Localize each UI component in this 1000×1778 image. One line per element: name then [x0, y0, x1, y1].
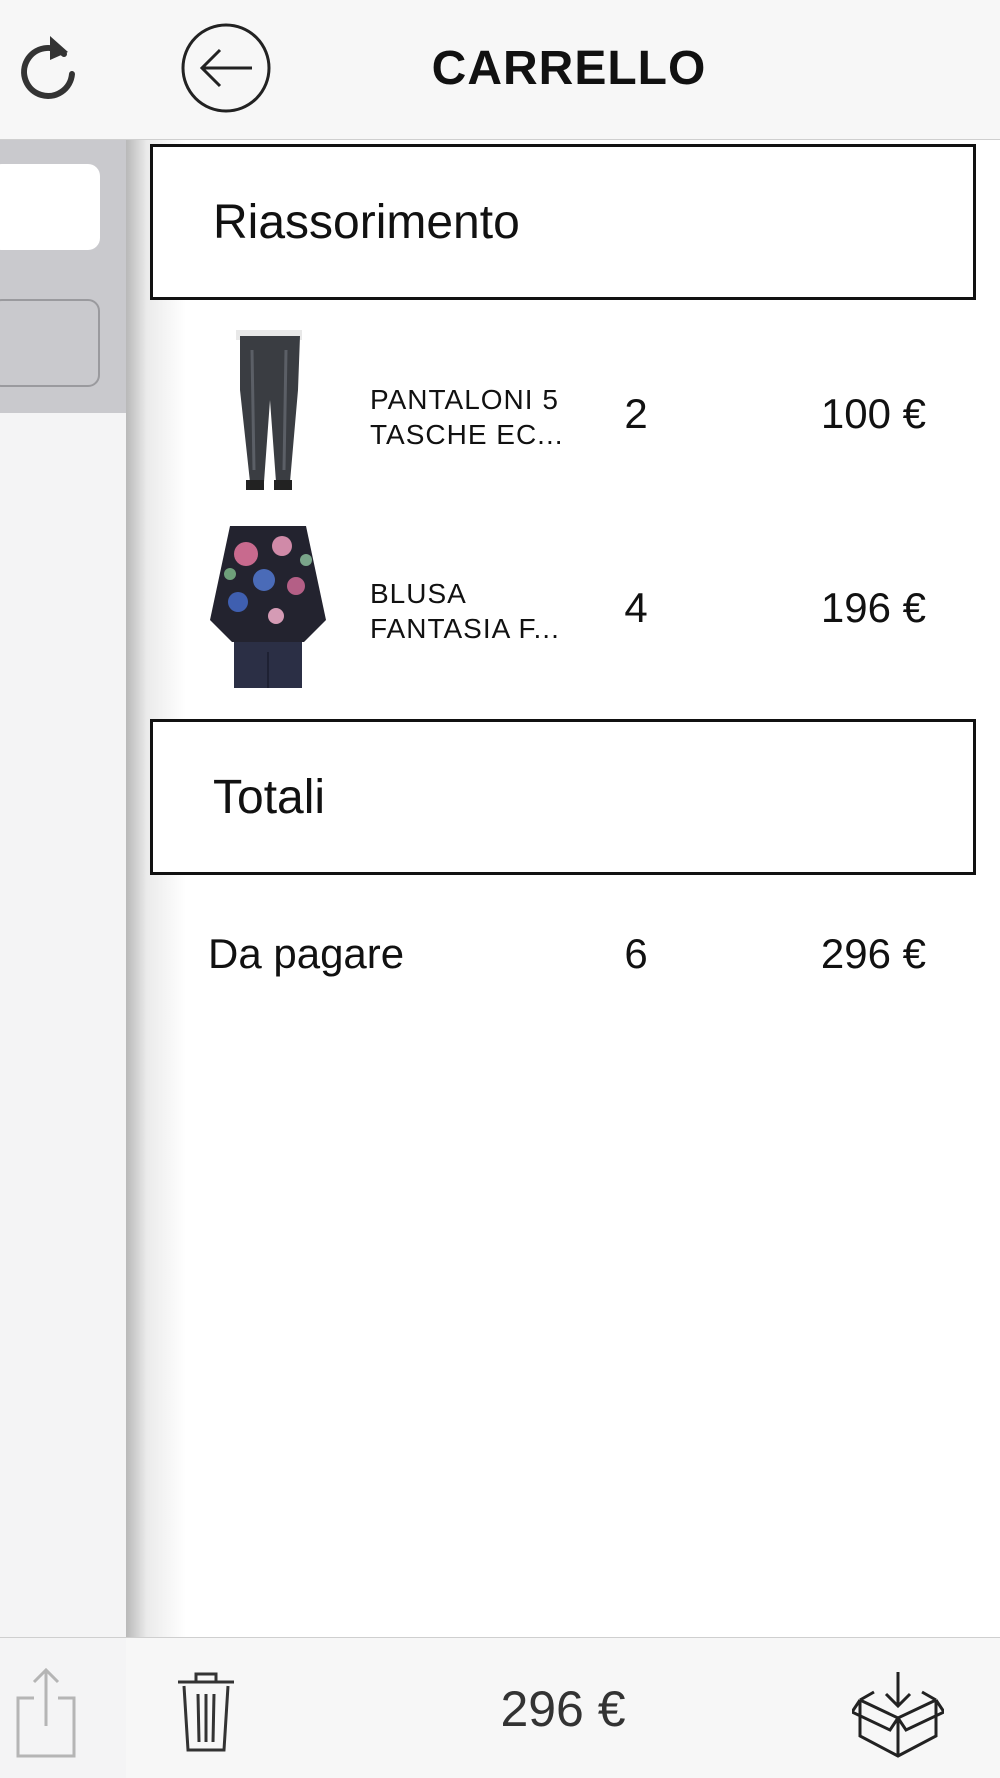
- cart-panel: CARRELLO Riassorimento PANTALONI 5 TASCH…: [126, 0, 1000, 1778]
- left-input-field[interactable]: [0, 164, 100, 250]
- box-download-icon[interactable]: [852, 1670, 944, 1758]
- item-name-line: TASCHE EC...: [370, 419, 564, 450]
- section-title: Riassorimento: [213, 196, 520, 249]
- product-thumbnail-blouse: [206, 524, 330, 688]
- item-price: 196 €: [820, 584, 926, 631]
- product-thumbnail-pants: [206, 330, 330, 494]
- left-secondary-field[interactable]: [0, 299, 100, 387]
- section-title: Totali: [213, 771, 326, 824]
- page-title: CARRELLO: [431, 42, 707, 95]
- item-name-line: BLUSA: [370, 578, 467, 609]
- total-price: 296 €: [820, 930, 926, 977]
- footer-total: 296 €: [500, 1681, 626, 1737]
- section-header-reassortment: Riassorimento: [150, 144, 976, 300]
- header-bar: CARRELLO: [126, 0, 1000, 140]
- item-name-line: FANTASIA F...: [370, 613, 560, 644]
- refresh-icon[interactable]: [14, 30, 80, 100]
- item-name-line: PANTALONI 5: [370, 384, 559, 415]
- cart-item[interactable]: BLUSA FANTASIA F... 4 196 €: [126, 524, 1000, 694]
- trash-icon[interactable]: [176, 1670, 236, 1752]
- cart-item[interactable]: PANTALONI 5 TASCHE EC... 2 100 €: [126, 330, 1000, 500]
- bottom-toolbar: 296 €: [126, 1637, 1000, 1778]
- item-name: PANTALONI 5 TASCHE EC...: [370, 382, 580, 452]
- total-label: Da pagare: [208, 930, 405, 977]
- left-panel: [0, 0, 126, 1778]
- share-icon[interactable]: [14, 1664, 78, 1760]
- item-quantity: 4: [624, 584, 648, 631]
- total-quantity: 6: [624, 930, 648, 977]
- item-price: 100 €: [820, 390, 926, 437]
- total-row: Da pagare 6 296 €: [126, 930, 1000, 990]
- section-header-totals: Totali: [150, 719, 976, 875]
- item-name: BLUSA FANTASIA F...: [370, 576, 580, 646]
- item-quantity: 2: [624, 390, 648, 437]
